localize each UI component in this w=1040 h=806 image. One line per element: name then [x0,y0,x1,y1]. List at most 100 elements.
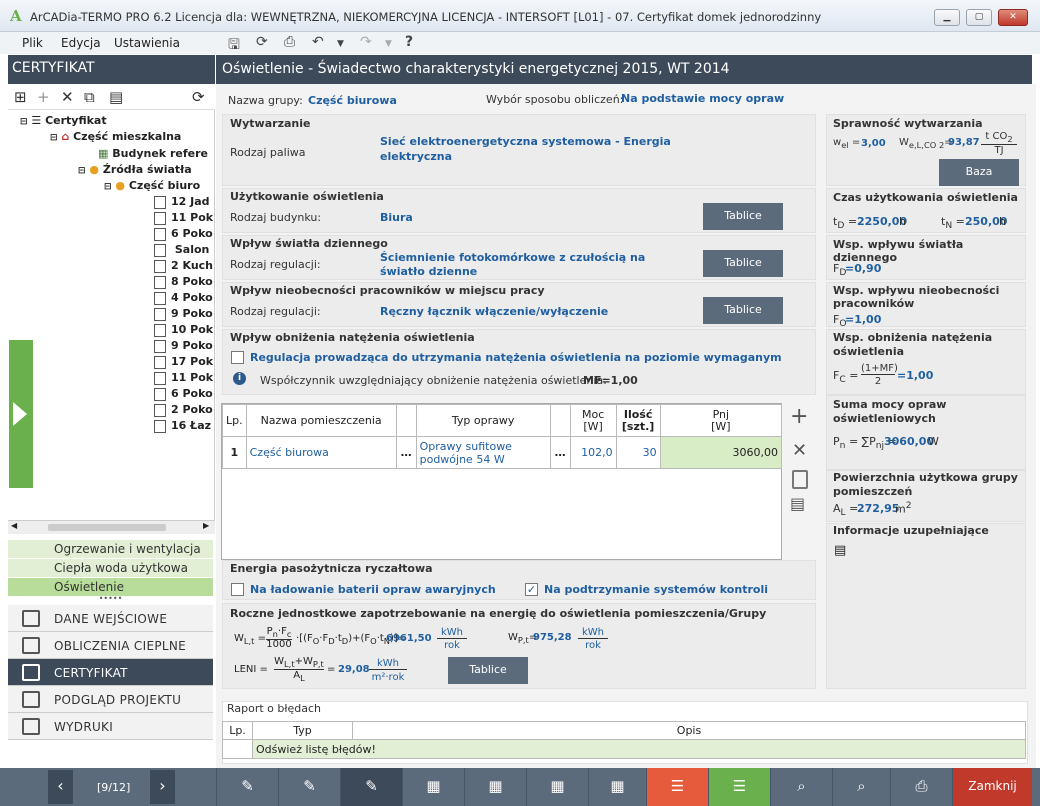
zamknij-button[interactable]: Zamknij [952,768,1032,806]
nav-podglad-projektu[interactable]: PODGLĄD PROJEKTU [8,686,213,713]
undo-dropdown-icon[interactable]: ▼ [337,39,344,49]
tree-node[interactable]: 8 Poko [154,275,213,289]
redo-dropdown-icon[interactable]: ▼ [385,39,392,49]
printer-icon[interactable]: ⎙ [890,768,952,806]
tree-node[interactable]: 2 Kuch [154,259,213,273]
table-icon[interactable]: ▦ [402,768,464,806]
energy-class-icon[interactable]: ☰ [646,768,708,806]
tree-horizontal-scrollbar[interactable]: ◀ ▶ [8,520,215,534]
cell-room-name[interactable]: Część biurowa [245,436,397,469]
section-title: Wytwarzanie [230,117,311,130]
cell-fixture-type[interactable]: Oprawy sufitowe podwójne 54 W [415,436,551,469]
tree-node[interactable]: 17 Pok [154,355,213,369]
error-table: Lp. Typ Opis Odśwież listę błędów! [222,721,1026,759]
fixture-picker-button[interactable]: … [549,436,571,469]
fuel-value[interactable]: Sieć elektroenergetyczna systemowa - Ene… [380,134,680,164]
maximize-button[interactable]: ▢ [966,9,992,26]
daylight-regulation-value[interactable]: Ściemnienie fotokomórkowe z czułością na… [380,251,680,279]
tree-node[interactable]: 6 Poko [154,227,213,241]
doc-edit-active-icon[interactable]: ✎ [340,768,402,806]
tablice-button[interactable]: Tablice [703,250,783,277]
energy-class-icon[interactable]: ☰ [708,768,770,806]
nav-certyfikat[interactable]: CERTYFIKAT [8,659,213,686]
zoom-preview-icon[interactable]: ⌕ [770,768,832,806]
undo-icon[interactable]: ↶ [312,34,324,50]
table-icon[interactable]: ▦ [526,768,588,806]
doc-edit-icon[interactable]: ✎ [278,768,340,806]
copy-icon[interactable]: ⧉ [84,88,95,106]
prev-page-button[interactable]: ‹ [48,770,73,804]
tree-node[interactable]: 9 Poko [154,339,213,353]
emergency-battery-checkbox[interactable] [231,583,244,596]
table-row[interactable]: 1 Część biurowa … Oprawy sufitowe podwój… [222,436,783,469]
list-icon[interactable]: ▤ [109,88,123,106]
cell-quantity[interactable]: 30 [615,436,661,469]
sync-icon[interactable]: ⟳ [192,88,205,106]
room-picker-button[interactable]: … [395,436,417,469]
menu-ustawienia[interactable]: Ustawienia [114,36,180,50]
control-systems-label[interactable]: Na podtrzymanie systemów kontroli [544,583,768,596]
method-value[interactable]: Na podstawie mocy opraw [621,92,784,105]
tablice-button[interactable]: Tablice [703,297,783,324]
preview-icon[interactable]: ⎙ [284,34,295,50]
tree-node[interactable]: 12 Jad [154,195,210,209]
tree-node[interactable]: 16 Łaz [154,419,211,433]
emergency-battery-label[interactable]: Na ładowanie baterii opraw awaryjnych [250,583,496,596]
tree-node[interactable]: 9 Poko [154,307,213,321]
table-icon[interactable]: ▦ [464,768,526,806]
subnav-ogrzewanie[interactable]: Ogrzewanie i wentylacja [8,540,213,558]
nav-wydruki[interactable]: WYDRUKI [8,713,213,740]
panel-divider-grip[interactable]: ••••• [8,595,213,604]
tree-node[interactable]: 6 Poko [154,387,213,401]
tree-node[interactable]: ▦ Budynek refere [98,147,208,160]
tree-node[interactable]: ⊟ ● Źródła światła [78,163,192,176]
minimize-button[interactable]: ▁ [934,9,960,26]
group-value[interactable]: Część biurowa [308,94,397,107]
tree-node[interactable]: Salon [154,243,209,257]
tree-node[interactable]: 2 Poko [154,403,213,417]
wco2-label: We,L,CO 2= [899,137,953,150]
add-row-icon[interactable]: + [790,404,808,429]
table-icon[interactable]: ▦ [588,768,646,806]
calculator-icon[interactable] [792,470,808,489]
notes-icon[interactable]: ▤ [834,543,846,558]
tree-node[interactable]: ⊟ ⌂ Część mieszkalna [50,130,181,143]
baza-button[interactable]: Baza [939,159,1019,186]
maintain-illuminance-checkbox[interactable] [231,351,244,364]
add-item-icon[interactable]: ⊞ [14,88,27,106]
scroll-left-icon[interactable]: ◀ [11,521,17,530]
tree-node[interactable]: 11 Pok [154,211,213,225]
delete-row-icon[interactable]: ✕ [792,440,807,461]
next-page-button[interactable]: › [150,770,175,804]
control-systems-checkbox[interactable]: ✓ [525,583,538,596]
add-icon[interactable]: + [37,88,50,106]
tree-node-selected[interactable]: ⊟ ● Część biuro [104,179,200,192]
doc-edit-icon[interactable]: ✎ [216,768,278,806]
scroll-thumb[interactable] [48,524,166,531]
table-export-icon[interactable]: ▤ [790,494,805,513]
redo-icon[interactable]: ↷ [360,34,372,50]
building-type-value[interactable]: Biura [380,211,413,224]
zoom-preview-icon[interactable]: ⌕ [832,768,890,806]
nav-obliczenia-cieplne[interactable]: OBLICZENIA CIEPLNE [8,632,213,659]
close-button[interactable]: ✕ [998,9,1028,26]
absence-regulation-value[interactable]: Ręczny łącznik włączenie/wyłączenie [380,305,608,318]
subnav-cieplawoda[interactable]: Ciepła woda użytkowa [8,559,213,577]
menu-plik[interactable]: Plik [22,36,43,50]
expand-panel-arrow-icon[interactable] [9,340,33,488]
tree-node[interactable]: 4 Poko [154,291,213,305]
tree-node[interactable]: ⊟ ☰ Certyfikat [20,114,107,127]
refresh-errors-link[interactable]: Odśwież listę błędów! [252,739,1026,759]
help-icon[interactable]: ? [405,34,413,50]
nav-dane-wejsciowe[interactable]: DANE WEJŚCIOWE [8,605,213,632]
cell-power[interactable]: 102,0 [569,436,617,469]
tree-node[interactable]: 10 Pok [154,323,213,337]
refresh-icon[interactable]: ⟳ [256,34,268,50]
tree-node[interactable]: 11 Pok [154,371,213,385]
tablice-button[interactable]: Tablice [703,203,783,230]
tablice-button[interactable]: Tablice [448,657,528,684]
scroll-right-icon[interactable]: ▶ [203,521,209,530]
menu-edycja[interactable]: Edycja [61,36,101,50]
delete-icon[interactable]: ✕ [61,88,74,106]
maintain-illuminance-label[interactable]: Regulacja prowadząca do utrzymania natęż… [250,351,782,364]
